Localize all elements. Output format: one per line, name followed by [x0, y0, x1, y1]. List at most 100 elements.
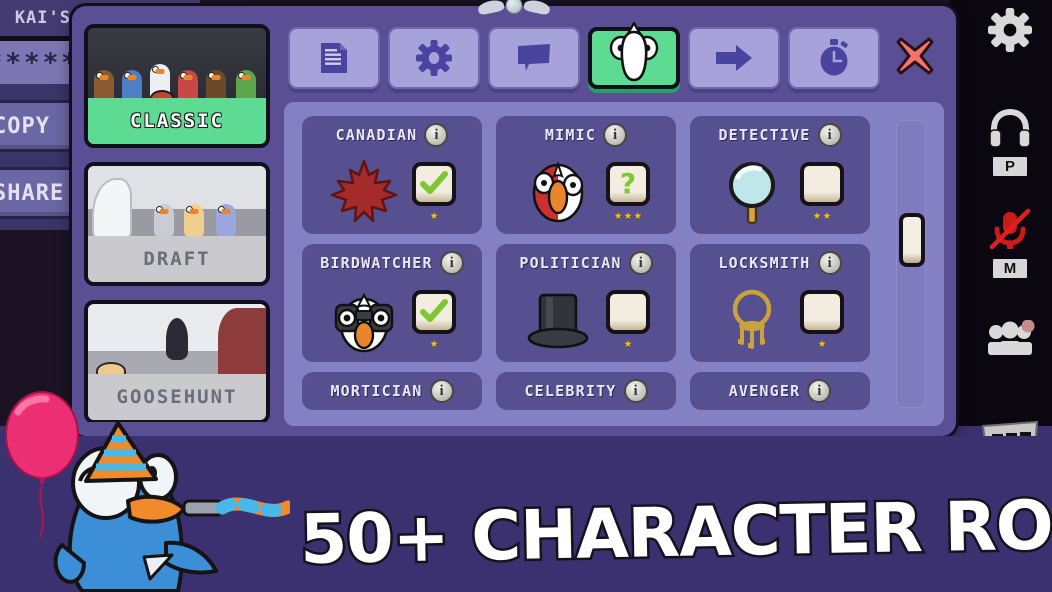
roles-tab[interactable]: [588, 22, 681, 89]
banner-headline: 50+ CHARACTER ROLES: [297, 481, 1052, 582]
headphones-key-label: P: [993, 157, 1027, 176]
headphones-icon-button[interactable]: P: [968, 108, 1052, 176]
mode-card-classic[interactable]: CLASSIC: [84, 24, 270, 148]
role-stars: ★: [818, 336, 826, 351]
role-stars: ★ ★ ★: [614, 208, 642, 223]
roles-scrollbar[interactable]: [896, 120, 926, 408]
keyring-icon: [716, 285, 788, 355]
screenshot-root: KAI'S ROOM ****** COPY SHARE: [0, 0, 1052, 592]
role-card-celebrity[interactable]: CELEBRITY i: [496, 372, 676, 410]
dialog-knob-decoration: [477, 0, 551, 16]
role-slot-check[interactable]: [412, 290, 456, 334]
mode-thumb-classic: [88, 28, 266, 106]
chat-tab[interactable]: [488, 27, 581, 89]
role-name: DETECTIVE: [718, 126, 811, 144]
players-icon-button[interactable]: [968, 319, 1052, 360]
info-icon[interactable]: i: [817, 123, 842, 147]
close-button[interactable]: [890, 27, 940, 89]
info-icon[interactable]: i: [628, 251, 653, 275]
headphones-icon: [987, 108, 1033, 154]
role-card-birdwatcher[interactable]: BIRDWATCHER i ★: [302, 244, 482, 362]
mode-thumb-draft: [88, 166, 266, 244]
mute-mic-icon-button[interactable]: M: [968, 208, 1052, 278]
role-name: AVENGER: [728, 382, 801, 400]
info-icon[interactable]: i: [424, 123, 449, 147]
role-slot-column: ★: [412, 162, 456, 222]
role-header: MORTICIAN i: [302, 378, 482, 404]
info-icon[interactable]: i: [603, 123, 628, 147]
role-card-politician[interactable]: POLITICIAN i ★: [496, 244, 676, 362]
roles-panel: CANADIAN i ★ MIMIC i ? ★ ★ ★ DETECTIVE i…: [284, 102, 944, 426]
next-tab[interactable]: [688, 27, 781, 89]
mode-label-goosehunt: GOOSEHUNT: [88, 374, 266, 420]
info-icon[interactable]: i: [623, 379, 648, 403]
role-slot-column: ★: [606, 290, 650, 350]
role-name: CELEBRITY: [524, 382, 617, 400]
role-slot-column: ? ★ ★ ★: [606, 162, 650, 222]
role-card-avenger[interactable]: AVENGER i: [690, 372, 870, 410]
role-body: ★: [302, 278, 482, 362]
role-body: ★: [302, 150, 482, 234]
role-slot-question[interactable]: ?: [606, 162, 650, 206]
role-header: DETECTIVE i: [690, 122, 870, 148]
role-slot-empty[interactable]: [606, 290, 650, 334]
role-name: CANADIAN: [335, 126, 418, 144]
role-slot-check[interactable]: [412, 162, 456, 206]
split-goose-head-icon: [522, 157, 594, 227]
mode-label-classic: CLASSIC: [88, 98, 266, 144]
role-header: AVENGER i: [690, 378, 870, 404]
maple-leaf-icon: [328, 157, 400, 227]
game-mode-rail: CLASSIC DRAFT GOOSEHUNT: [84, 24, 280, 422]
role-stars: ★: [624, 336, 632, 351]
role-body: ★: [496, 278, 676, 362]
goose-head-icon: [607, 22, 661, 84]
role-stars: ★: [430, 208, 438, 223]
role-stars: ★: [430, 336, 438, 351]
roles-scrollbar-thumb[interactable]: [899, 213, 925, 267]
roles-dialog: CLASSIC DRAFT GOOSEHUNT CANADIAN i ★ MIM…: [72, 0, 956, 436]
role-card-canadian[interactable]: CANADIAN i ★: [302, 116, 482, 234]
info-icon[interactable]: i: [429, 379, 454, 403]
hunt-red-goose: [218, 308, 266, 382]
room-code-value: ******: [0, 47, 80, 78]
settings-icon-button[interactable]: [968, 8, 1052, 56]
gear-icon: [988, 8, 1032, 56]
knob-wing-right: [523, 0, 551, 16]
role-name: MIMIC: [544, 126, 597, 144]
role-slot-column: ★: [800, 290, 844, 350]
top-hat-icon: [522, 285, 594, 355]
knob-wing-left: [477, 0, 505, 16]
role-body: ★: [690, 278, 870, 362]
mode-thumb-goosehunt: [88, 304, 266, 382]
info-icon[interactable]: i: [807, 379, 832, 403]
role-header: LOCKSMITH i: [690, 250, 870, 276]
document-icon: [319, 41, 349, 75]
role-body: ? ★ ★ ★: [496, 150, 676, 234]
roles-grid: CANADIAN i ★ MIMIC i ? ★ ★ ★ DETECTIVE i…: [302, 116, 872, 410]
info-icon[interactable]: i: [817, 251, 842, 275]
rules-tab[interactable]: [288, 27, 381, 89]
info-icon[interactable]: i: [439, 251, 464, 275]
role-slot-empty[interactable]: [800, 290, 844, 334]
role-header: MIMIC i: [496, 122, 676, 148]
role-stars: ★ ★: [813, 208, 831, 223]
role-card-locksmith[interactable]: LOCKSMITH i ★: [690, 244, 870, 362]
role-header: CANADIAN i: [302, 122, 482, 148]
mode-card-goosehunt[interactable]: GOOSEHUNT: [84, 300, 270, 422]
close-icon: [894, 35, 936, 81]
role-card-mimic[interactable]: MIMIC i ? ★ ★ ★: [496, 116, 676, 234]
role-header: POLITICIAN i: [496, 250, 676, 276]
role-card-mortician[interactable]: MORTICIAN i: [302, 372, 482, 410]
microphone-muted-icon: [987, 208, 1033, 256]
mode-card-draft[interactable]: DRAFT: [84, 162, 270, 286]
hunt-shadow-goose: [166, 318, 188, 360]
role-name: BIRDWATCHER: [320, 254, 433, 272]
role-name: LOCKSMITH: [718, 254, 811, 272]
knob-ball: [505, 0, 523, 14]
role-header: CELEBRITY i: [496, 378, 676, 404]
role-slot-empty[interactable]: [800, 162, 844, 206]
timer-tab[interactable]: [788, 27, 881, 89]
role-card-detective[interactable]: DETECTIVE i ★ ★: [690, 116, 870, 234]
settings-tab[interactable]: [388, 27, 481, 89]
role-header: BIRDWATCHER i: [302, 250, 482, 276]
